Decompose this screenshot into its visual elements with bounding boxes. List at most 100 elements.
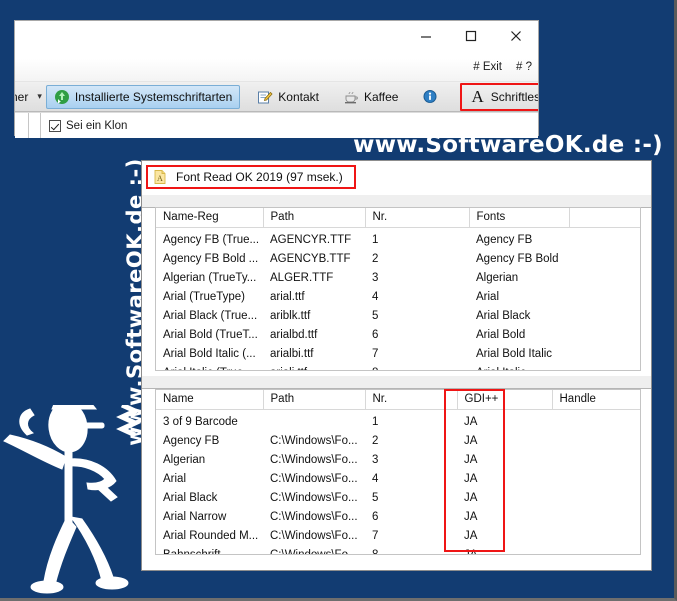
font-file-icon: A xyxy=(152,169,168,185)
table-row[interactable]: Bahnschrift C:\Windows\Fo... 8 JA xyxy=(156,546,640,555)
table-row[interactable]: Arial C:\Windows\Fo... 4 JA xyxy=(156,470,640,489)
column-header-path[interactable]: Path xyxy=(263,390,366,410)
coffee-cup-icon xyxy=(343,89,359,105)
table-row[interactable]: Agency FB (True... AGENCYR.TTF 1 Agency FB xyxy=(156,231,640,250)
table-cell: Agency FB Bold ... xyxy=(163,252,259,265)
table-cell: 3 xyxy=(372,453,379,466)
column-header-gdipp[interactable]: GDI++ xyxy=(457,390,553,410)
table-cell: Arial (TrueType) xyxy=(163,290,246,303)
table-cell: JA xyxy=(464,491,478,504)
checkbox-box[interactable] xyxy=(49,119,61,132)
pencil-note-icon xyxy=(257,89,273,105)
status-row: A Font Read OK 2019 (97 msek.) xyxy=(142,161,651,193)
table-row[interactable]: Arial Narrow C:\Windows\Fo... 6 JA xyxy=(156,508,640,527)
table-cell xyxy=(569,326,640,345)
recycle-icon xyxy=(54,89,70,105)
table-cell: arialbi.ttf xyxy=(270,347,314,360)
table-row[interactable]: Algerian C:\Windows\Fo... 3 JA xyxy=(156,451,640,470)
toolbar-schriftleser[interactable]: A Schriftleser xyxy=(460,82,538,111)
table-row[interactable]: 3 of 9 Barcode 1 JA xyxy=(156,413,640,432)
left-rail-divider-2 xyxy=(29,113,41,138)
table-cell: Arial xyxy=(476,290,500,303)
table-cell: Arial Italic xyxy=(469,364,569,371)
table-row[interactable]: Arial Bold Italic (... arialbi.ttf 7 Arial … xyxy=(156,345,640,364)
table-cell xyxy=(552,546,640,555)
column-header-blank[interactable] xyxy=(569,208,640,228)
table-cell: C:\Windows\Fo... xyxy=(270,434,358,447)
table-cell xyxy=(552,451,640,470)
minimize-icon[interactable] xyxy=(403,21,448,51)
table-cell: ariali.ttf xyxy=(263,364,365,371)
table-cell: Agency FB xyxy=(476,233,533,246)
table-cell: Arial Bold Italic (... xyxy=(163,347,256,360)
table-cell: Arial xyxy=(163,472,187,485)
table-cell: 3 of 9 Barcode xyxy=(163,415,238,428)
table-cell: AGENCYR.TTF xyxy=(270,233,352,246)
table-row[interactable]: Arial (TrueType) arial.ttf 4 Arial xyxy=(156,288,640,307)
chevron-down-icon[interactable]: ▾ xyxy=(37,91,42,102)
close-icon[interactable] xyxy=(493,21,538,51)
column-header-handle[interactable]: Handle xyxy=(552,390,640,410)
table-row[interactable]: Arial Rounded M... C:\Windows\Fo... 7 JA xyxy=(156,527,640,546)
table-cell: ALGER.TTF xyxy=(270,271,334,284)
table-cell: JA xyxy=(464,529,478,542)
table-cell: JA xyxy=(464,548,478,555)
table-row[interactable]: Arial Black (True... ariblk.ttf 5 Arial Bla… xyxy=(156,307,640,326)
status-text: Font Read OK 2019 (97 msek.) xyxy=(176,170,343,184)
table-cell: Arial Bold (TrueT... xyxy=(163,328,258,341)
table-cell xyxy=(552,489,640,508)
toolbar-label: Schriftleser xyxy=(490,89,538,104)
toolbar-partial-label[interactable]: ner xyxy=(15,85,35,109)
table-cell: Agency FB Bold xyxy=(476,252,559,265)
maximize-icon[interactable] xyxy=(448,21,493,51)
table-row[interactable]: Arial Italic (True...ariali.ttf8Arial It… xyxy=(156,364,640,371)
table-cell: Agency FB xyxy=(163,434,220,447)
table-row[interactable]: Agency FB Bold ... AGENCYB.TTF 2 Agency FB … xyxy=(156,250,640,269)
table-cell: 2 xyxy=(372,252,379,265)
toolbar-label: Installierte Systemschriftarten xyxy=(74,89,233,104)
toolbar-kaffee[interactable]: Kaffee xyxy=(336,85,405,109)
table-row[interactable]: Arial Bold (TrueT... arialbd.ttf 6 Arial Bo… xyxy=(156,326,640,345)
table-row[interactable]: Agency FB C:\Windows\Fo... 2 JA xyxy=(156,432,640,451)
table-cell: 7 xyxy=(372,347,379,360)
table-row[interactable]: Algerian (TrueTy... ALGER.TTF 3 Algerian xyxy=(156,269,640,288)
table-cell: 8 xyxy=(365,364,469,371)
column-header-name-reg[interactable]: Name-Reg xyxy=(156,208,264,228)
table-row[interactable]: Arial Black C:\Windows\Fo... 5 JA xyxy=(156,489,640,508)
menu-right-group: # Exit # ? xyxy=(473,61,532,73)
left-rail-divider xyxy=(15,113,29,138)
menu-help[interactable]: # ? xyxy=(516,61,532,73)
toolbar-label: Kaffee xyxy=(363,89,399,104)
toolbar-info[interactable] xyxy=(415,85,450,109)
table-cell: 1 xyxy=(372,233,379,246)
table-cell: JA xyxy=(464,472,478,485)
table-cell: AGENCYB.TTF xyxy=(270,252,351,265)
column-header-path[interactable]: Path xyxy=(263,208,366,228)
toolbar-installed-system-fonts[interactable]: Installierte Systemschriftarten xyxy=(45,84,241,109)
top-menu-row: # Exit # ? xyxy=(15,59,538,82)
upper-font-table: Name-Reg Path Nr. Fonts Agency FB (True.… xyxy=(156,208,640,371)
upper-font-list[interactable]: Name-Reg Path Nr. Fonts Agency FB (True.… xyxy=(155,207,641,371)
table-cell xyxy=(569,307,640,326)
lower-font-list[interactable]: Name Path Nr. GDI++ Handle 3 of 9 Barcod… xyxy=(155,389,641,555)
table-cell: 7 xyxy=(372,529,379,542)
table-cell: Arial Rounded M... xyxy=(163,529,259,542)
table-cell: 3 xyxy=(372,271,379,284)
table-cell: Arial Narrow xyxy=(163,510,227,523)
column-header-nr[interactable]: Nr. xyxy=(365,390,458,410)
lower-font-table: Name Path Nr. GDI++ Handle 3 of 9 Barcod… xyxy=(156,390,640,555)
table-cell: C:\Windows\Fo... xyxy=(270,548,358,555)
column-header-fonts[interactable]: Fonts xyxy=(469,208,570,228)
column-header-nr[interactable]: Nr. xyxy=(365,208,470,228)
checkbox-sei-ein-klon[interactable]: Sei ein Klon xyxy=(41,119,127,132)
table-cell: C:\Windows\Fo... xyxy=(270,472,358,485)
table-cell xyxy=(552,470,640,489)
table-cell xyxy=(552,508,640,527)
column-header-name[interactable]: Name xyxy=(156,390,264,410)
table-cell: Agency FB (True... xyxy=(163,233,260,246)
toolbar-kontakt[interactable]: Kontakt xyxy=(250,85,326,109)
status-badge[interactable]: A Font Read OK 2019 (97 msek.) xyxy=(146,165,356,189)
table-cell: arialbd.ttf xyxy=(270,328,318,341)
letter-a-icon: A xyxy=(471,87,484,106)
menu-exit[interactable]: # Exit xyxy=(473,61,502,73)
